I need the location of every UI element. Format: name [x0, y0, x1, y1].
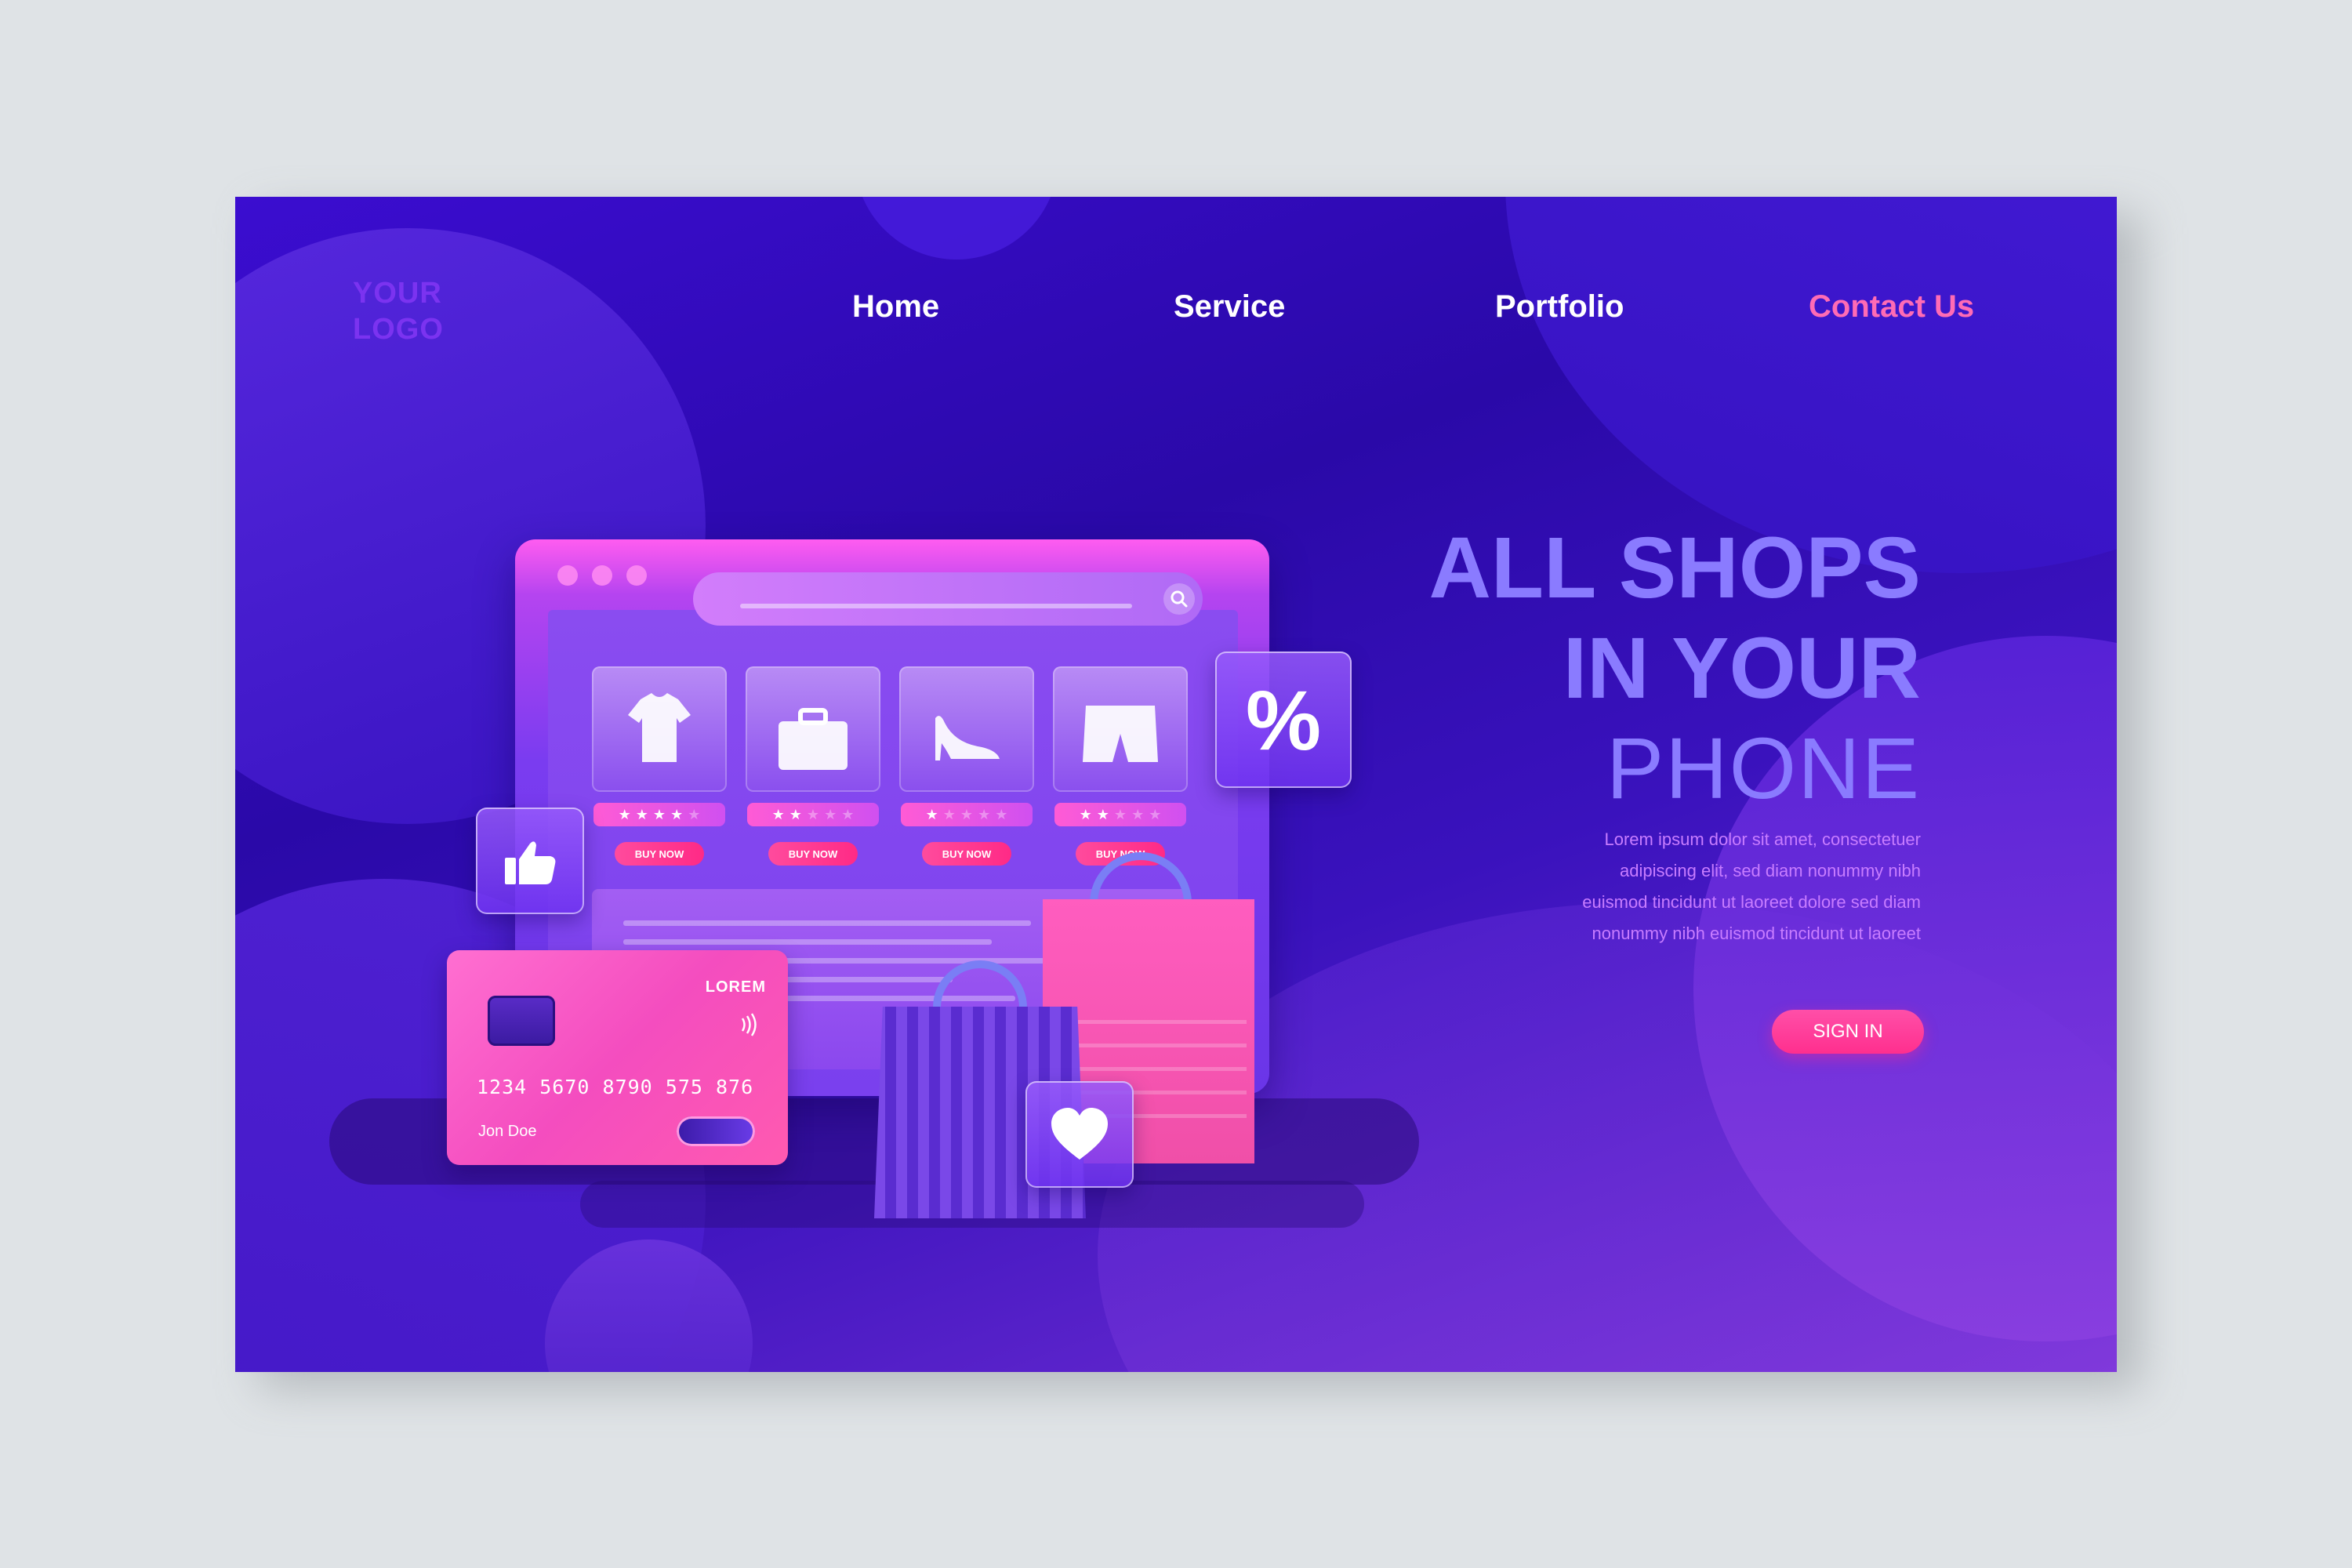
star-rating: ★ ★ ★ ★ ★ [747, 803, 879, 826]
hero-title: ALL SHOPS IN YOUR PHONE [1428, 518, 1921, 819]
star-icon: ★ [824, 806, 837, 823]
hero-description-line: euismod tincidunt ut laoreet dolore sed … [1582, 892, 1921, 912]
star-icon: ★ [771, 806, 785, 823]
logo[interactable]: YOUR LOGO [353, 275, 444, 347]
star-icon: ★ [1079, 806, 1092, 823]
hero-description-line: Lorem ipsum dolor sit amet, consectetuer [1604, 829, 1921, 849]
heart-icon [1051, 1108, 1108, 1160]
background-blob [855, 197, 1058, 260]
logo-line-1: YOUR [353, 277, 442, 310]
background-blob [1505, 197, 2117, 573]
hero-title-line-2: IN YOUR [1563, 620, 1921, 717]
buy-now-button[interactable]: BUY NOW [768, 842, 858, 866]
nav-contact-us[interactable]: Contact Us [1809, 289, 1974, 325]
star-icon: ★ [960, 806, 974, 823]
card-brand: LOREM [705, 978, 766, 996]
hero-description: Lorem ipsum dolor sit amet, consectetuer… [1482, 824, 1921, 949]
credit-card-illustration: LOREM 1234 5670 8790 575 876 Jon Doe [447, 950, 788, 1165]
star-icon: ★ [978, 806, 991, 823]
hero-title-line-1: ALL SHOPS [1428, 520, 1921, 616]
like-badge [476, 808, 584, 914]
star-rating: ★ ★ ★ ★ ★ [1054, 803, 1186, 826]
shorts-icon [1083, 706, 1158, 762]
hero-description-line: adipiscing elit, sed diam nonummy nibh [1620, 861, 1921, 880]
nav-portfolio[interactable]: Portfolio [1495, 289, 1624, 325]
star-icon: ★ [995, 806, 1008, 823]
search-icon[interactable] [1163, 583, 1195, 615]
card-toggle [677, 1116, 755, 1146]
window-dot [592, 565, 612, 586]
tshirt-icon [628, 693, 691, 762]
star-icon: ★ [652, 806, 666, 823]
favorite-badge [1025, 1081, 1134, 1188]
hero-description-line: nonummy nibh euismod tincidunt ut laoree… [1592, 924, 1921, 943]
star-icon: ★ [1149, 806, 1162, 823]
buy-now-button[interactable]: BUY NOW [615, 842, 704, 866]
placeholder-line [623, 939, 992, 945]
url-search-bar[interactable] [693, 572, 1203, 626]
product-card-shorts[interactable] [1053, 666, 1188, 792]
star-icon: ★ [688, 806, 701, 823]
star-rating: ★ ★ ★ ★ ★ [593, 803, 725, 826]
bag-stripe [1051, 1044, 1247, 1047]
star-icon: ★ [841, 806, 855, 823]
product-card-briefcase[interactable] [746, 666, 880, 792]
sign-in-button[interactable]: SIGN IN [1772, 1010, 1924, 1054]
card-number: 1234 5670 8790 575 876 [477, 1076, 754, 1098]
high-heel-icon [935, 716, 1000, 760]
bag-stripe [1051, 1067, 1247, 1071]
star-icon: ★ [1096, 806, 1109, 823]
briefcase-icon [779, 708, 848, 770]
star-icon: ★ [670, 806, 684, 823]
star-icon: ★ [806, 806, 820, 823]
discount-badge: % [1215, 652, 1352, 788]
thumbs-up-icon [505, 841, 556, 884]
card-holder: Jon Doe [478, 1123, 537, 1140]
percent-icon: % [1245, 672, 1322, 768]
hero-title-line-3: PHONE [1606, 720, 1921, 817]
window-dot [626, 565, 647, 586]
star-icon: ★ [789, 806, 802, 823]
landing-page: YOUR LOGO Home Service Portfolio Contact… [235, 197, 2117, 1372]
star-rating: ★ ★ ★ ★ ★ [901, 803, 1033, 826]
star-icon: ★ [635, 806, 648, 823]
contactless-icon [735, 1011, 761, 1044]
bag-stripe [1051, 1020, 1247, 1024]
nav-service[interactable]: Service [1174, 289, 1285, 325]
buy-now-button[interactable]: BUY NOW [922, 842, 1011, 866]
star-icon: ★ [618, 806, 631, 823]
star-icon: ★ [942, 806, 956, 823]
window-dot [557, 565, 578, 586]
star-icon: ★ [925, 806, 938, 823]
product-card-shoe[interactable] [899, 666, 1034, 792]
url-placeholder-line [740, 604, 1132, 608]
logo-line-2: LOGO [353, 313, 444, 346]
nav-home[interactable]: Home [852, 289, 939, 325]
placeholder-line [623, 920, 1031, 926]
star-icon: ★ [1113, 806, 1127, 823]
chip-icon [488, 996, 555, 1046]
product-card-tshirt[interactable] [592, 666, 727, 792]
star-icon: ★ [1131, 806, 1145, 823]
